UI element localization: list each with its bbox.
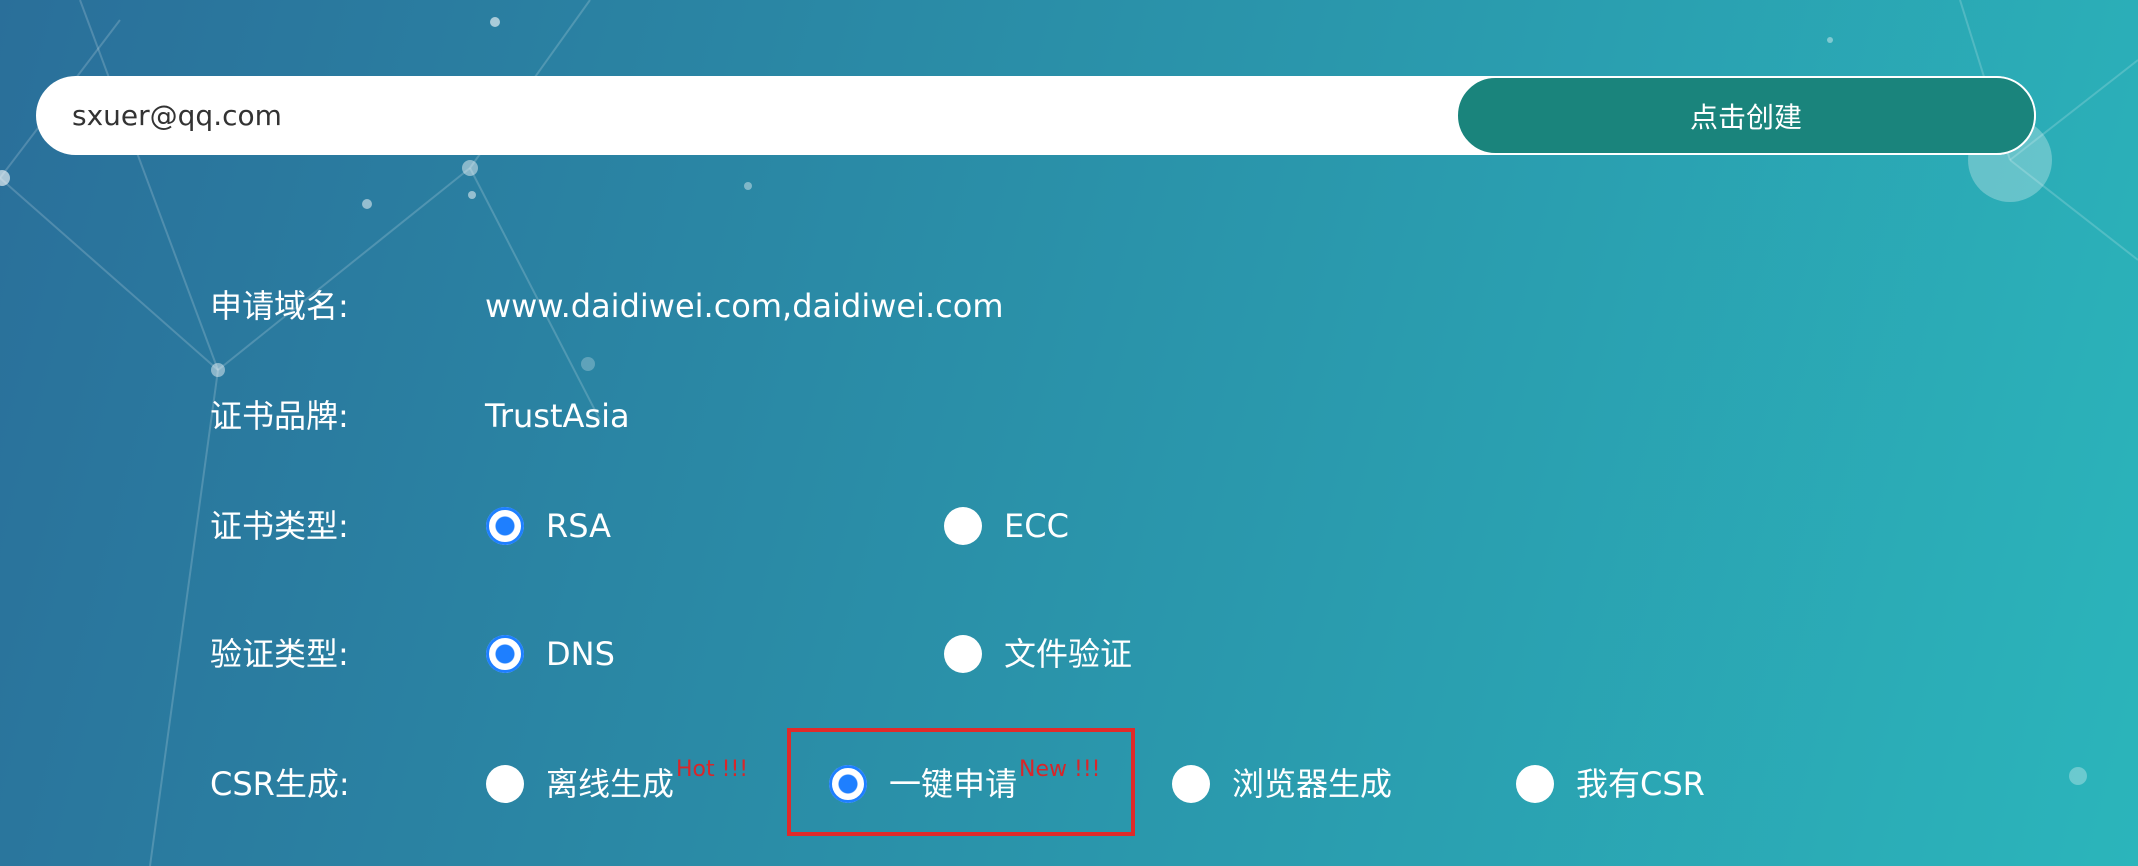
csr-option-one-click[interactable]: 一键申请 New !!! [829, 754, 1100, 814]
cert-type-label: 证书类型: [210, 507, 349, 545]
radio-unchecked-icon[interactable] [1516, 765, 1554, 803]
domain-value: www.daidiwei.com,daidiwei.com [485, 287, 1004, 325]
radio-unchecked-icon[interactable] [1172, 765, 1210, 803]
csr-offline-label: 离线生成 [546, 765, 675, 803]
brand-label: 证书品牌: [210, 397, 349, 435]
radio-unchecked-icon[interactable] [944, 507, 982, 545]
validation-option-file[interactable]: 文件验证 [944, 624, 1132, 684]
csr-label: CSR生成: [210, 765, 350, 803]
brand-value: TrustAsia [485, 397, 630, 435]
cert-type-option-ecc[interactable]: ECC [944, 496, 1069, 556]
csr-row: CSR生成: 离线生成 Hot !!! 一键申请 New !!! 浏览器生成 我… [0, 754, 2138, 814]
csr-own-label: 我有CSR [1576, 765, 1705, 803]
radio-checked-icon[interactable] [829, 765, 867, 803]
domain-label: 申请域名: [210, 287, 349, 325]
radio-unchecked-icon[interactable] [944, 635, 982, 673]
hot-badge: Hot !!! [676, 757, 749, 782]
csr-one-click-label: 一键申请 [889, 765, 1018, 803]
brand-row: 证书品牌: TrustAsia [0, 386, 2138, 446]
csr-option-own[interactable]: 我有CSR [1516, 754, 1705, 814]
new-badge: New !!! [1019, 757, 1101, 782]
csr-option-browser[interactable]: 浏览器生成 [1172, 754, 1392, 814]
email-input[interactable] [36, 76, 1456, 155]
domain-row: 申请域名: www.daidiwei.com,daidiwei.com [0, 276, 2138, 336]
validation-type-row: 验证类型: DNS 文件验证 [0, 624, 2138, 684]
validation-option-dns[interactable]: DNS [486, 624, 615, 684]
validation-dns-label: DNS [546, 635, 615, 673]
csr-browser-label: 浏览器生成 [1232, 765, 1393, 803]
email-create-bar: 点击创建 [36, 76, 2036, 155]
csr-option-offline[interactable]: 离线生成 Hot !!! [486, 754, 748, 814]
validation-file-label: 文件验证 [1004, 635, 1133, 673]
radio-checked-icon[interactable] [486, 635, 524, 673]
radio-unchecked-icon[interactable] [486, 765, 524, 803]
create-button[interactable]: 点击创建 [1456, 76, 2036, 155]
cert-type-row: 证书类型: RSA ECC [0, 496, 2138, 556]
cert-type-rsa-label: RSA [546, 507, 612, 545]
cert-type-ecc-label: ECC [1004, 507, 1069, 545]
radio-checked-icon[interactable] [486, 507, 524, 545]
cert-type-option-rsa[interactable]: RSA [486, 496, 611, 556]
validation-type-label: 验证类型: [210, 635, 349, 673]
